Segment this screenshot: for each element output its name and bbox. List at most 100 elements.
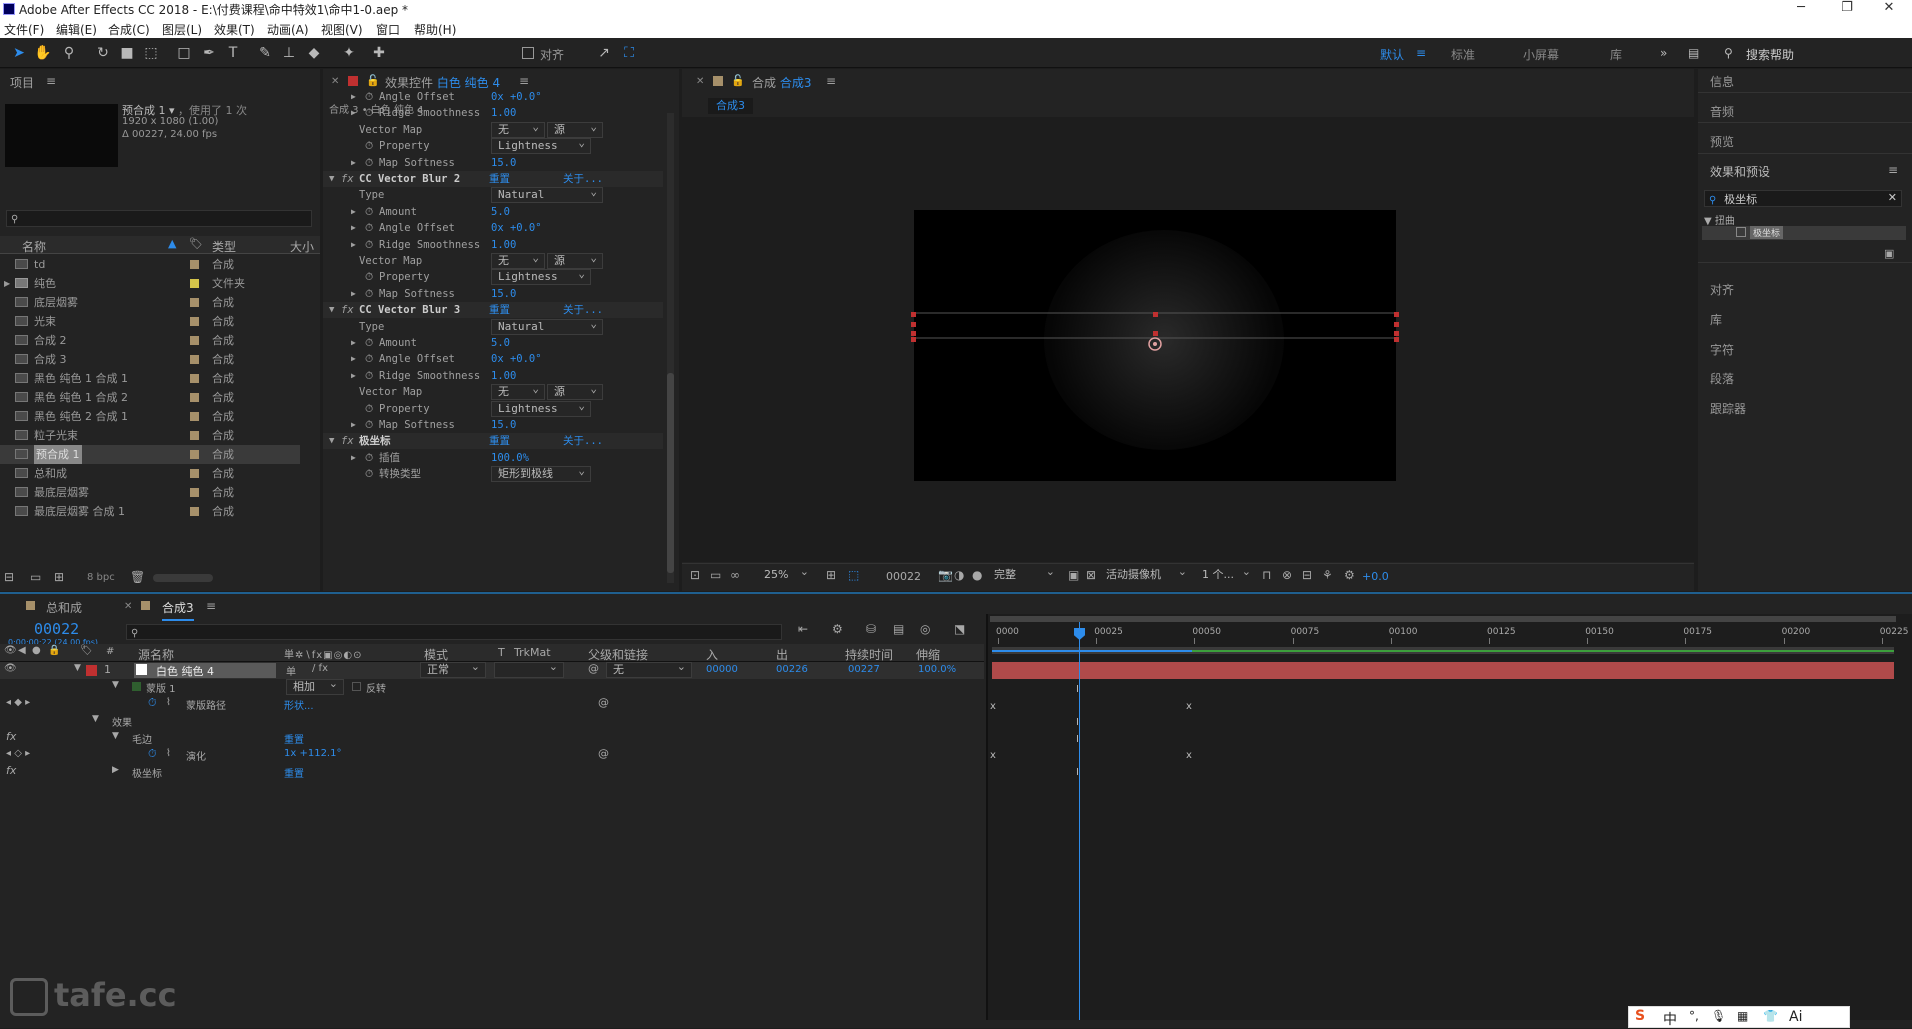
effects-search-input[interactable]: ⚲ 极坐标 ✕ [1704, 190, 1902, 207]
keyframe-mask-0[interactable]: x [990, 701, 996, 712]
current-timecode[interactable]: 00022 [34, 620, 79, 638]
col-duration[interactable]: 持续时间 [845, 646, 893, 663]
new-preset-icon[interactable]: ▣ [1884, 247, 1894, 260]
work-area-bar[interactable] [990, 616, 1896, 622]
keyframe-marker[interactable]: I [1076, 767, 1079, 778]
panel-effects-presets[interactable]: 效果和预设 [1710, 163, 1770, 180]
property-dropdown[interactable]: 矩形到极线 [491, 464, 591, 483]
menu-layer[interactable]: 图层(L) [162, 21, 202, 38]
label-swatch[interactable] [190, 412, 199, 421]
project-item[interactable]: 黑色 纯色 1 合成 1 合成 [0, 369, 300, 388]
about-link[interactable]: 关于... [563, 433, 603, 449]
label-swatch[interactable] [190, 507, 199, 516]
flowchart-icon[interactable]: ⚘ [1322, 568, 1333, 582]
new-folder-icon[interactable]: ▭ [30, 570, 41, 584]
polar-reset-link[interactable]: 重置 [284, 765, 304, 780]
graph-icon[interactable]: ⌇ [166, 748, 171, 759]
expand-property-icon[interactable]: ▶ [351, 237, 356, 253]
region-of-interest-icon[interactable]: ▣ [1068, 568, 1079, 582]
effect-result-row[interactable]: 极坐标 [1702, 226, 1906, 240]
property-value[interactable]: 15.0 [491, 417, 516, 433]
layer-label-color[interactable] [86, 665, 97, 676]
property-dropdown[interactable]: Natural [491, 185, 603, 204]
property-value[interactable]: 100.0% [491, 450, 529, 466]
puppet-tool-icon[interactable]: ✚ [370, 44, 388, 62]
vr-icon[interactable]: ▭ [710, 568, 721, 582]
exposure-icon[interactable]: ⚙ [1344, 568, 1355, 582]
project-search-input[interactable]: ⚲ [6, 210, 312, 227]
clear-search-icon[interactable]: ✕ [1888, 191, 1897, 204]
close-tab-icon[interactable]: ✕ [331, 76, 339, 87]
stopwatch-icon[interactable]: ⏱ [148, 696, 157, 710]
parent-dropdown[interactable]: 无 [606, 660, 692, 678]
fx-icon[interactable]: fx [341, 171, 354, 187]
layer-stretch[interactable]: 100.0% [918, 664, 956, 675]
snap-icon[interactable]: ↗ [595, 44, 613, 62]
label-col-icon[interactable]: 🏷 [80, 645, 93, 656]
panel-info[interactable]: 信息 [1710, 73, 1734, 90]
panel-character[interactable]: 字符 [1710, 341, 1734, 358]
stopwatch-icon[interactable]: ⏱ [365, 351, 373, 367]
ime-mode-zh[interactable]: 中 [1663, 1009, 1677, 1029]
menu-file[interactable]: 文件(F) [4, 21, 44, 38]
col-name[interactable]: 名称 [22, 238, 46, 255]
col-trkmat[interactable]: TrkMat [514, 646, 551, 659]
panel-menu-icon[interactable]: ≡ [46, 74, 56, 88]
property-dropdown[interactable]: Lightness [491, 399, 591, 417]
workspace-default[interactable]: 默认 [1380, 46, 1404, 63]
minimize-icon[interactable]: ─ [1778, 0, 1824, 18]
stopwatch-icon[interactable]: ⏱ [365, 269, 373, 285]
workspace-menu-icon[interactable]: ≡ [1416, 46, 1426, 60]
property-dropdown[interactable]: Natural [491, 317, 603, 335]
project-item[interactable]: 底层烟雾 合成 [0, 293, 300, 312]
workspace-standard[interactable]: 标准 [1451, 46, 1475, 63]
timeline-tab-comp3[interactable]: 合成3 [162, 599, 194, 621]
timeline-search-input[interactable]: ⚲ [126, 624, 782, 640]
toggle-pixel-icon[interactable]: ⊓ [1262, 568, 1271, 582]
category-distort[interactable]: ▼ 扭曲 [1704, 212, 1735, 227]
resolution-dropdown[interactable]: 完整 [988, 565, 1060, 584]
trkmat-dropdown[interactable] [494, 660, 564, 678]
ime-punct[interactable]: °, [1689, 1009, 1699, 1023]
stopwatch-icon[interactable]: ⏱ [365, 155, 373, 171]
expand-property-icon[interactable]: ▶ [351, 417, 356, 433]
layer-duration-bar[interactable] [992, 662, 1894, 679]
stopwatch-icon[interactable]: ⏱ [365, 417, 373, 433]
stopwatch-icon[interactable]: ⏱ [365, 138, 373, 154]
new-comp-icon[interactable]: ⊞ [54, 570, 64, 584]
stopwatch-icon[interactable]: ⏱ [365, 450, 373, 466]
video-toggle-icon[interactable]: 👁 [4, 645, 17, 656]
col-t[interactable]: T [498, 646, 505, 659]
graph-icon[interactable]: ⌇ [166, 697, 171, 708]
close-icon[interactable]: ✕ [1866, 0, 1912, 18]
project-item[interactable]: 光束 合成 [0, 312, 300, 331]
keyframe-marker[interactable]: I [1076, 734, 1079, 745]
property-value[interactable]: 0x +0.0° [491, 220, 542, 236]
maximize-icon[interactable]: ❐ [1824, 0, 1870, 18]
close-tab-icon[interactable]: ✕ [124, 601, 132, 612]
fast-previews-icon[interactable]: ⊗ [1282, 568, 1292, 582]
ime-keyboard[interactable]: ▦ [1737, 1009, 1748, 1023]
fit-icon[interactable]: ⊞ [826, 568, 836, 582]
mask-mode-dropdown[interactable]: 相加 [286, 677, 344, 695]
stopwatch-icon[interactable]: ⏱ [365, 89, 373, 105]
layer-out[interactable]: 00226 [776, 664, 808, 675]
keyframe-nav-icon[interactable]: ◂ ◇ ▸ [6, 748, 30, 759]
stopwatch-icon[interactable]: ⏱ [365, 105, 373, 121]
fx-icon[interactable]: fx [6, 730, 16, 743]
stopwatch-icon[interactable]: ⏱ [365, 286, 373, 302]
panel-menu-icon[interactable]: ≡ [1888, 163, 1898, 177]
expand-folder-icon[interactable]: ▶ [4, 274, 10, 293]
fx-icon[interactable]: fx [6, 764, 16, 777]
property-dropdown-source[interactable]: 源 [547, 251, 603, 269]
panel-audio[interactable]: 音频 [1710, 103, 1734, 120]
panel-preview[interactable]: 预览 [1710, 133, 1734, 150]
trash-icon[interactable]: 🗑 [130, 570, 145, 584]
property-dropdown[interactable]: 无 [491, 251, 545, 269]
evolution-value[interactable]: 1x +112.1° [284, 748, 341, 759]
property-dropdown-source[interactable]: 源 [547, 382, 603, 401]
workspace-small-screen[interactable]: 小屏幕 [1523, 46, 1559, 63]
project-item[interactable]: 黑色 纯色 1 合成 2 合成 [0, 388, 300, 407]
channel-icon[interactable]: ● [972, 568, 982, 582]
label-swatch[interactable] [190, 355, 199, 364]
